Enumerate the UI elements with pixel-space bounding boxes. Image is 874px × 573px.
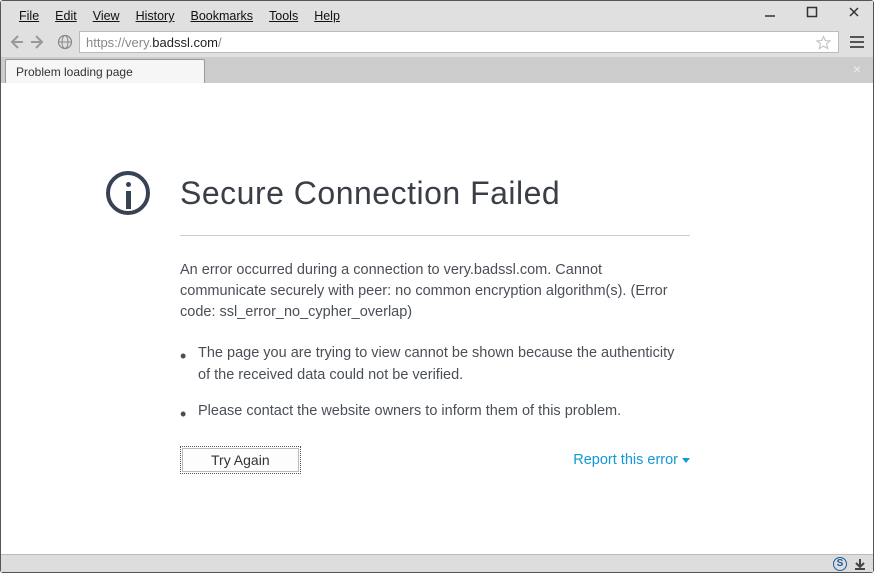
report-error-label: Report this error [573, 452, 678, 468]
site-identity-icon[interactable] [55, 32, 75, 52]
menu-history[interactable]: History [128, 7, 183, 25]
url-host: badssl.com [152, 35, 218, 50]
navigation-toolbar: https://very.badssl.com/ [1, 27, 873, 57]
url-path: / [218, 35, 222, 50]
url-bar[interactable]: https://very.badssl.com/ [79, 31, 839, 53]
title-menu-bar: File Edit View History Bookmarks Tools H… [1, 1, 873, 27]
menu-help[interactable]: Help [306, 7, 348, 25]
error-actions: Try Again Report this error [180, 446, 690, 474]
url-protocol: https:// [86, 35, 125, 50]
menu-view[interactable]: View [85, 7, 128, 25]
try-again-button[interactable]: Try Again [180, 446, 301, 474]
report-error-link[interactable]: Report this error [573, 452, 690, 468]
forward-button[interactable] [29, 33, 47, 51]
chevron-down-icon [682, 458, 690, 463]
menu-hamburger-icon[interactable] [847, 32, 867, 52]
bookmark-star-icon[interactable] [814, 33, 832, 51]
page-content: Secure Connection Failed An error occurr… [1, 83, 873, 554]
menu-edit[interactable]: Edit [47, 7, 85, 25]
tab-strip: Problem loading page × [1, 57, 873, 83]
maximize-button[interactable] [799, 3, 825, 21]
minimize-button[interactable] [757, 3, 783, 21]
status-s-icon[interactable]: S [833, 557, 847, 571]
error-header: Secure Connection Failed [106, 171, 706, 215]
url-sub: very. [125, 35, 152, 50]
error-panel: Secure Connection Failed An error occurr… [106, 171, 706, 474]
error-description: An error occurred during a connection to… [180, 260, 690, 323]
menu-file[interactable]: File [11, 7, 47, 25]
error-title: Secure Connection Failed [180, 175, 560, 212]
divider [180, 235, 690, 236]
error-bullet-list: The page you are trying to view cannot b… [180, 343, 690, 422]
tab-active[interactable]: Problem loading page [5, 59, 205, 83]
info-icon [106, 171, 150, 215]
back-button[interactable] [7, 33, 25, 51]
error-bullet: Please contact the website owners to inf… [180, 401, 690, 423]
tab-title: Problem loading page [16, 65, 133, 79]
tabstrip-close-icon[interactable]: × [849, 61, 865, 77]
menu-bookmarks[interactable]: Bookmarks [182, 7, 261, 25]
menu-bar: File Edit View History Bookmarks Tools H… [7, 5, 352, 27]
close-button[interactable] [841, 3, 867, 21]
download-arrow-icon[interactable] [853, 557, 867, 571]
error-bullet: The page you are trying to view cannot b… [180, 343, 690, 387]
menu-tools[interactable]: Tools [261, 7, 306, 25]
status-bar: S [1, 554, 873, 572]
